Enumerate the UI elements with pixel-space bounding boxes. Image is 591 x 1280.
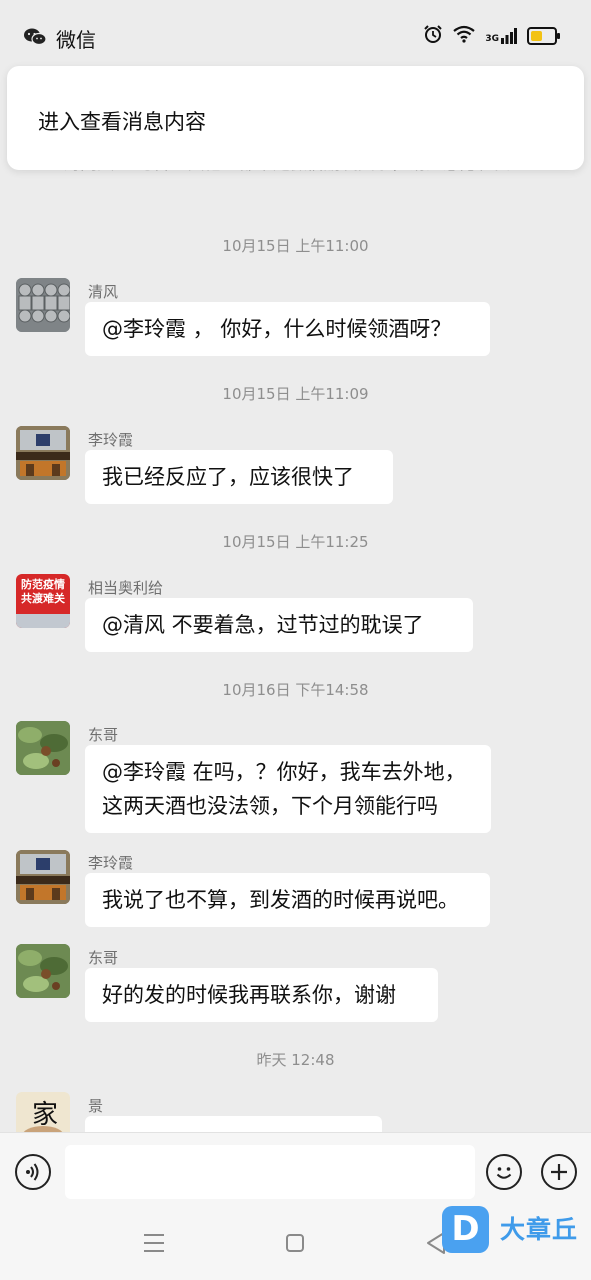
message-bubble[interactable] bbox=[85, 1116, 382, 1132]
sender-name: 清风 bbox=[88, 283, 119, 301]
timestamp: 10月15日 上午11:09 bbox=[222, 385, 369, 403]
message-bubble[interactable]: 我已经反应了，应该很快了 bbox=[85, 450, 393, 504]
message-bubble[interactable]: @清风 不要着急，过节过的耽误了 bbox=[85, 598, 473, 652]
timestamp: 10月16日 下午14:58 bbox=[222, 681, 369, 699]
more-options-button[interactable] bbox=[541, 1154, 577, 1190]
message-bubble[interactable]: 好的发的时候我再联系你，谢谢 bbox=[85, 968, 438, 1022]
message-notification[interactable]: 进入查看消息内容 bbox=[7, 66, 584, 170]
message-bubble[interactable]: @李玲霞 ， 你好，什么时候领酒呀？ bbox=[85, 302, 490, 356]
sender-name: 东哥 bbox=[88, 726, 119, 744]
avatar[interactable] bbox=[16, 721, 70, 775]
avatar-calligraphy-text: 家 bbox=[32, 1100, 59, 1130]
alarm-icon bbox=[423, 24, 443, 48]
timestamp: 昨天 12:48 bbox=[256, 1051, 335, 1069]
home-icon[interactable] bbox=[286, 1234, 304, 1252]
timestamp: 10月15日 上午11:25 bbox=[222, 533, 369, 551]
message-bubble[interactable]: 我说了也不算，到发酒的时候再说吧。 bbox=[85, 873, 490, 927]
emoji-button[interactable] bbox=[486, 1154, 522, 1190]
wechat-icon bbox=[24, 28, 47, 50]
notification-text: 进入查看消息内容 bbox=[38, 110, 206, 134]
sender-name: 相当奥利给 bbox=[88, 579, 164, 597]
battery-icon bbox=[527, 27, 560, 45]
message-line: @李玲霞 在吗，？你好，我车去外地， bbox=[102, 760, 466, 784]
avatar[interactable] bbox=[16, 850, 70, 904]
watermark-text: 大章丘 bbox=[500, 1215, 579, 1244]
avatar[interactable]: 防范疫情 共渡难关 bbox=[16, 574, 70, 628]
network-type: 3G bbox=[485, 34, 499, 44]
avatar[interactable] bbox=[16, 278, 70, 332]
sender-name: 东哥 bbox=[88, 949, 119, 967]
status-bar: 微信 3G bbox=[0, 0, 591, 72]
signal-icon: 3G bbox=[485, 28, 517, 44]
status-app: 微信 bbox=[24, 24, 96, 53]
avatar-poster-text: 防范疫情 共渡难关 bbox=[21, 578, 65, 605]
watermark: D 大章丘 bbox=[442, 1206, 587, 1256]
avatar[interactable] bbox=[16, 426, 70, 480]
status-icons: 3G bbox=[423, 24, 560, 48]
avatar[interactable]: 家 bbox=[16, 1092, 70, 1132]
wifi-icon bbox=[453, 25, 476, 47]
watermark-logo: D bbox=[442, 1206, 489, 1253]
menu-icon[interactable] bbox=[144, 1234, 164, 1252]
sender-name: 李玲霞 bbox=[88, 431, 134, 449]
message-bubble[interactable]: @李玲霞 在吗，？你好，我车去外地， 这两天酒也没法领，下个月领能行吗 bbox=[85, 745, 491, 833]
message-line: 这两天酒也没法领，下个月领能行吗 bbox=[102, 794, 438, 818]
input-bar bbox=[0, 1132, 591, 1213]
status-app-name: 微信 bbox=[56, 28, 96, 52]
sender-name: 景 bbox=[88, 1097, 104, 1115]
voice-input-button[interactable] bbox=[15, 1154, 51, 1190]
timestamp: 10月15日 上午11:00 bbox=[222, 237, 369, 255]
avatar[interactable] bbox=[16, 944, 70, 998]
message-input[interactable] bbox=[65, 1145, 475, 1199]
sender-name: 李玲霞 bbox=[88, 854, 134, 872]
